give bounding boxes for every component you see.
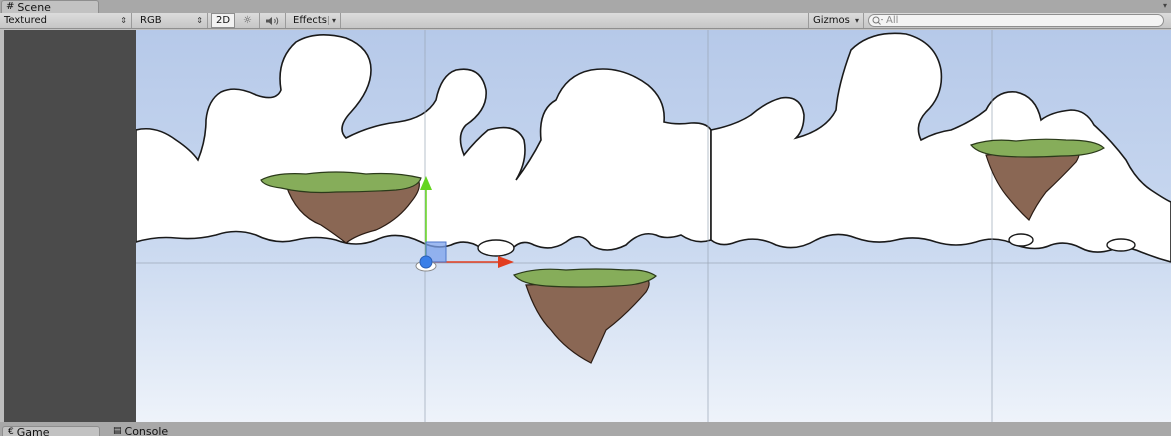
audio-toggle-button[interactable] (260, 13, 286, 28)
search-icon (872, 16, 883, 25)
effects-label: Effects (293, 15, 327, 26)
tab-game-label: Game (16, 426, 50, 436)
cloud-shape (136, 34, 712, 255)
lighting-toggle-button[interactable]: ☼ (236, 13, 260, 28)
tab-console-label: Console (124, 426, 169, 436)
draw-mode-dropdown[interactable]: Textured ⇕ (0, 13, 132, 28)
gizmo-x-arrow[interactable] (498, 256, 514, 268)
render-mode-dropdown[interactable]: RGB ⇕ (136, 13, 208, 28)
gizmos-dropdown[interactable]: Gizmos ▾ (808, 13, 864, 28)
effects-dropdown[interactable]: Effects ▾ (289, 13, 341, 28)
tab-console[interactable]: ▤ Console (108, 426, 198, 436)
scene-viewport[interactable] (136, 30, 1171, 422)
cloud-puff (1008, 233, 1034, 247)
scene-grid-icon: # (6, 1, 15, 12)
draw-mode-label: Textured (4, 15, 47, 26)
chevron-down-icon: ▾ (327, 16, 336, 25)
chevron-updown-icon: ⇕ (196, 16, 203, 25)
toggle-2d-label: 2D (215, 15, 231, 26)
tab-scene-label: Scene (17, 0, 51, 14)
dropdown-menu-icon[interactable]: ▾ (1163, 1, 1167, 10)
cloud-puff (1106, 238, 1136, 252)
console-icon: ▤ (113, 426, 122, 436)
render-mode-label: RGB (140, 15, 162, 26)
toggle-2d-button[interactable]: 2D (211, 13, 235, 28)
floating-island-sprite[interactable] (513, 268, 657, 364)
gizmos-label: Gizmos (813, 15, 850, 26)
chevron-updown-icon: ⇕ (120, 16, 127, 25)
tab-game[interactable]: € Game (2, 426, 100, 436)
speaker-icon (265, 16, 278, 25)
bottom-tab-bar: € Game ▤ Console (0, 422, 1171, 436)
search-placeholder: All (886, 15, 899, 26)
search-input[interactable]: All (868, 14, 1164, 27)
tab-scene[interactable]: # Scene (1, 0, 99, 13)
hierarchy-side-panel (4, 30, 136, 422)
scene-canvas[interactable] (136, 30, 1171, 422)
game-controller-icon: € (8, 427, 14, 436)
sun-icon: ☼ (243, 15, 252, 26)
cloud-puff (477, 239, 515, 257)
gizmo-center-handle[interactable] (419, 255, 433, 269)
scene-toolbar: Textured ⇕ RGB ⇕ 2D ☼ Effects ▾ Gizmos ▾… (0, 13, 1171, 29)
chevron-down-icon: ▾ (854, 16, 859, 25)
panel-tab-bar: # Scene ▾ (0, 0, 1171, 13)
